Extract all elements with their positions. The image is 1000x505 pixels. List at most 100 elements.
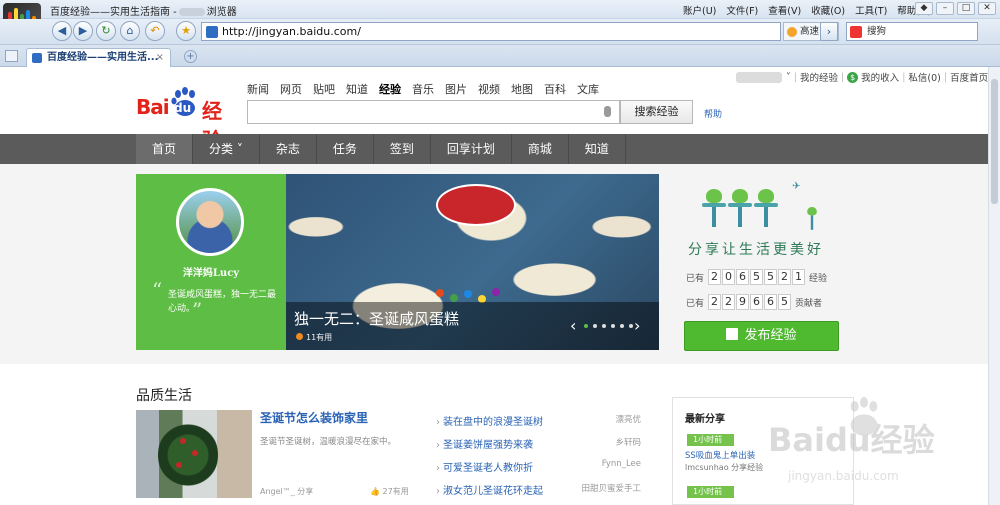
featured-article-desc: 圣诞节圣诞树，温暖浪漫尽在家中。 — [260, 437, 397, 447]
contributor-digit: 6 — [764, 294, 778, 310]
menu-account[interactable]: 账户(U) — [678, 2, 721, 18]
pager-dot[interactable] — [602, 324, 606, 328]
nav-tasks[interactable]: 任务 — [317, 134, 373, 164]
sidebar-toggle-icon[interactable] — [5, 50, 18, 62]
maximize-icon[interactable]: □ — [957, 2, 975, 15]
recent-item-meta: lmcsunhao 分享经验 — [685, 463, 764, 472]
channel-nav: 新闻 网页 贴吧 知道 经验 音乐 图片 视频 地图 百科 文库 — [247, 81, 599, 97]
avatar[interactable] — [176, 188, 244, 256]
search-experience-button[interactable]: 搜索经验 — [620, 100, 693, 124]
skin-icon[interactable]: ◆ — [915, 2, 933, 15]
user-dropdown-icon[interactable]: ˅ — [786, 72, 791, 83]
messages-link[interactable]: 私信(0) — [908, 70, 940, 84]
channel-jingyan[interactable]: 经验 — [379, 81, 401, 97]
nav-zhidao[interactable]: 知道 — [569, 134, 625, 164]
experience-digits: 2065521 — [708, 269, 806, 285]
nav-magazine[interactable]: 杂志 — [260, 134, 316, 164]
publish-experience-button[interactable]: 发布经验 — [684, 321, 839, 351]
featured-article-author[interactable]: Angel™_ 分享 — [260, 486, 313, 497]
edit-icon — [726, 328, 739, 340]
contributor-count: 已有 229665 贡献者 — [686, 294, 823, 310]
undo-icon[interactable]: ↶ — [145, 21, 165, 41]
channel-tieba[interactable]: 贴吧 — [313, 81, 335, 97]
recent-shares-title: 最新分享 — [685, 414, 725, 425]
back-icon[interactable]: ◀ — [52, 21, 72, 41]
channel-news[interactable]: 新闻 — [247, 81, 269, 97]
channel-video[interactable]: 视频 — [478, 81, 500, 97]
slide-image — [436, 184, 516, 226]
nav-mall[interactable]: 商城 — [512, 134, 568, 164]
tab-favicon-icon — [32, 53, 42, 63]
featured-article-title[interactable]: 圣诞节怎么装饰家里 — [260, 409, 368, 426]
channel-web[interactable]: 网页 — [280, 81, 302, 97]
channel-wenku[interactable]: 文库 — [577, 81, 599, 97]
menu-favorites[interactable]: 收藏(O) — [806, 2, 850, 18]
quote-open-icon: “ — [152, 278, 163, 302]
menu-tools[interactable]: 工具(T) — [850, 2, 892, 18]
channel-zhidao[interactable]: 知道 — [346, 81, 368, 97]
nav-category[interactable]: 分类 ˅ — [193, 134, 259, 164]
featured-slide[interactable]: 独一无二：圣诞咸风蛋糕 11有用 ‹ › — [286, 174, 659, 350]
list-item: 淑女范儿圣诞花环走起田甜贝蜜爱手工 — [436, 482, 641, 505]
window-controls: ◆ – □ ✕ — [915, 2, 996, 15]
pager-dot[interactable] — [584, 324, 588, 328]
nav-share-plan[interactable]: 回享计划 — [431, 134, 511, 164]
home-icon[interactable]: ⌂ — [120, 21, 140, 41]
my-income-link[interactable]: 我的收入 — [861, 70, 899, 84]
time-badge: 1小时前 — [687, 434, 734, 446]
pager-dot[interactable] — [611, 324, 615, 328]
pager-dot[interactable] — [593, 324, 597, 328]
slide-useful-count: 11有用 — [296, 332, 332, 343]
pager-dot[interactable] — [629, 324, 633, 328]
help-link[interactable]: 帮助 — [704, 107, 722, 120]
channel-music[interactable]: 音乐 — [412, 81, 434, 97]
username[interactable] — [736, 71, 782, 83]
list-item: 装在盘中的浪漫圣诞树漂亮优 — [436, 413, 641, 436]
next-icon[interactable]: › — [820, 22, 838, 41]
page-scrollbar[interactable] — [988, 67, 1000, 505]
author-profile-card[interactable]: 洋洋妈Lucy “ 圣诞咸风蛋糕，独一无二最心动。 ” — [136, 174, 286, 350]
my-experience-link[interactable]: 我的经验 — [800, 70, 838, 84]
slide-pager[interactable] — [584, 324, 633, 328]
slide-prev-icon[interactable]: ‹ — [570, 316, 576, 335]
scrollbar-thumb[interactable] — [991, 79, 998, 204]
close-icon[interactable]: ✕ — [978, 2, 996, 15]
browser-search-input[interactable]: 搜狗 — [846, 22, 978, 41]
slide-next-icon[interactable]: › — [634, 316, 640, 335]
article-list: 装在盘中的浪漫圣诞树漂亮优 圣诞姜饼屋强势来袭乡轩码 可爱圣诞老人教你折Fynn… — [436, 413, 641, 505]
income-icon: $ — [847, 71, 859, 83]
refresh-icon[interactable]: ↻ — [96, 21, 116, 41]
channel-baike[interactable]: 百科 — [544, 81, 566, 97]
baidu-home-link[interactable]: 百度首页 — [950, 70, 988, 84]
featured-article-image[interactable] — [136, 410, 252, 498]
nav-home[interactable]: 首页 — [136, 134, 193, 164]
user-topbar: ˅ | 我的经验 | $ 我的收入 | 私信(0) | 百度首页 — [736, 70, 988, 84]
experience-digit: 0 — [722, 269, 736, 285]
experience-digit: 5 — [750, 269, 764, 285]
new-tab-icon[interactable]: + — [184, 50, 197, 63]
address-bar[interactable]: http://jingyan.baidu.com/ — [201, 22, 781, 41]
forward-icon[interactable]: ▶ — [73, 21, 93, 41]
favorite-star-icon[interactable]: ★ — [176, 21, 196, 41]
slide-title[interactable]: 独一无二：圣诞咸风蛋糕 — [294, 308, 459, 329]
menu-file[interactable]: 文件(F) — [721, 2, 763, 18]
thumbs-up-icon: 👍 — [370, 487, 380, 496]
pager-dot[interactable] — [620, 324, 624, 328]
slogan: 分享让生活更美好 — [688, 242, 824, 258]
recent-shares-panel: 最新分享 1小时前 SS吸血鬼上单出装 lmcsunhao 分享经验 1小时前 — [672, 397, 854, 505]
featured-article-useful: 👍 27有用 — [370, 487, 409, 496]
contributor-digit: 6 — [750, 294, 764, 310]
minimize-icon[interactable]: – — [936, 2, 954, 15]
experience-digit: 2 — [778, 269, 792, 285]
author-name[interactable]: 洋洋妈Lucy — [136, 264, 286, 279]
recent-item-title[interactable]: SS吸血鬼上单出装 — [685, 449, 755, 461]
site-search-input[interactable] — [247, 100, 620, 124]
tab-baidu-jingyan[interactable]: 百度经验——实用生活... × — [26, 48, 171, 67]
tab-close-icon[interactable]: × — [156, 49, 164, 66]
share-slogan-graphic: ✈ 分享让生活更美好 — [688, 177, 838, 267]
microphone-icon[interactable] — [604, 106, 611, 117]
channel-map[interactable]: 地图 — [511, 81, 533, 97]
nav-checkin[interactable]: 签到 — [374, 134, 430, 164]
menu-view[interactable]: 查看(V) — [763, 2, 806, 18]
channel-images[interactable]: 图片 — [445, 81, 467, 97]
